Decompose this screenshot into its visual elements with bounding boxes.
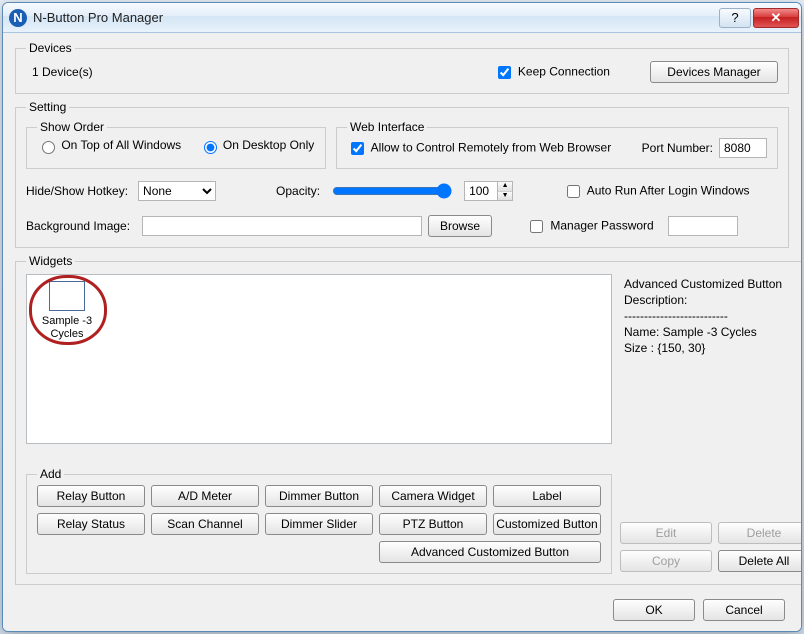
dialog-footer: OK Cancel [15, 591, 789, 621]
web-interface-legend: Web Interface [347, 120, 427, 134]
widget-item-label: Sample -3 Cycles [35, 315, 99, 341]
add-dimmer-button[interactable]: Dimmer Button [265, 485, 373, 507]
add-legend: Add [37, 467, 64, 481]
cancel-button[interactable]: Cancel [703, 599, 785, 621]
opacity-down-icon[interactable]: ▼ [498, 192, 512, 201]
add-ad-meter[interactable]: A/D Meter [151, 485, 259, 507]
widgets-group: Widgets Sample -3 Cycles Advanced Custom… [15, 254, 802, 585]
opacity-label: Opacity: [276, 184, 320, 198]
show-order-desktop[interactable]: On Desktop Only [199, 138, 315, 152]
keep-connection[interactable]: Keep Connection [494, 63, 610, 82]
window: N N-Button Pro Manager ? ✕ Devices 1 Dev… [2, 2, 802, 632]
autorun-checkbox[interactable] [567, 185, 580, 198]
add-ptz-button[interactable]: PTZ Button [379, 513, 487, 535]
port-input[interactable] [719, 138, 767, 158]
copy-button[interactable]: Copy [620, 550, 712, 572]
manager-password-checkbox[interactable] [530, 220, 543, 233]
show-order-group: Show Order On Top of All Windows On Desk… [26, 120, 326, 169]
widget-list[interactable]: Sample -3 Cycles [26, 274, 612, 444]
add-advanced-customized-button[interactable]: Advanced Customized Button [379, 541, 601, 563]
show-order-top-radio[interactable] [42, 141, 55, 154]
keep-connection-label: Keep Connection [518, 64, 610, 78]
add-customized-button[interactable]: Customized Button [493, 513, 601, 535]
devices-manager-button[interactable]: Devices Manager [650, 61, 778, 83]
widget-icon [49, 281, 85, 311]
opacity-up-icon[interactable]: ▲ [498, 182, 512, 192]
allow-remote[interactable]: Allow to Control Remotely from Web Brows… [347, 139, 611, 158]
add-relay-button[interactable]: Relay Button [37, 485, 145, 507]
allow-remote-checkbox[interactable] [351, 142, 364, 155]
widget-description: Advanced Customized Button Description: … [620, 274, 802, 467]
opacity-slider[interactable] [332, 183, 452, 199]
widget-item[interactable]: Sample -3 Cycles [35, 281, 99, 341]
devices-group: Devices 1 Device(s) Keep Connection Devi… [15, 41, 789, 94]
help-button[interactable]: ? [719, 8, 751, 28]
device-count: 1 Device(s) [32, 65, 93, 79]
setting-legend: Setting [26, 100, 69, 114]
add-group: Add Relay Button A/D Meter Dimmer Button… [26, 467, 612, 574]
setting-group: Setting Show Order On Top of All Windows… [15, 100, 789, 248]
app-icon: N [9, 9, 27, 27]
delete-button[interactable]: Delete [718, 522, 802, 544]
hotkey-label: Hide/Show Hotkey: [26, 184, 128, 198]
widgets-legend: Widgets [26, 254, 75, 268]
manager-password-input[interactable] [668, 216, 738, 236]
add-scan-channel[interactable]: Scan Channel [151, 513, 259, 535]
close-button[interactable]: ✕ [753, 8, 799, 28]
client-area: Devices 1 Device(s) Keep Connection Devi… [3, 33, 801, 631]
add-relay-status[interactable]: Relay Status [37, 513, 145, 535]
keep-connection-checkbox[interactable] [498, 66, 511, 79]
hotkey-select[interactable]: None [138, 181, 216, 201]
widget-actions: Edit Delete Copy Delete All [620, 522, 802, 574]
devices-legend: Devices [26, 41, 75, 55]
show-order-desktop-radio[interactable] [204, 141, 217, 154]
browse-button[interactable]: Browse [428, 215, 492, 237]
web-interface-group: Web Interface Allow to Control Remotely … [336, 120, 778, 169]
add-camera-widget[interactable]: Camera Widget [379, 485, 487, 507]
show-order-top[interactable]: On Top of All Windows [37, 138, 185, 152]
titlebar[interactable]: N N-Button Pro Manager ? ✕ [3, 3, 801, 33]
bg-label: Background Image: [26, 219, 136, 233]
window-title: N-Button Pro Manager [33, 10, 717, 25]
bg-input[interactable] [142, 216, 422, 236]
port-label: Port Number: [642, 141, 713, 155]
add-label[interactable]: Label [493, 485, 601, 507]
ok-button[interactable]: OK [613, 599, 695, 621]
manager-password[interactable]: Manager Password [526, 217, 654, 236]
opacity-spinner[interactable]: ▲ ▼ [464, 181, 513, 201]
edit-button[interactable]: Edit [620, 522, 712, 544]
opacity-value[interactable] [465, 182, 497, 200]
show-order-legend: Show Order [37, 120, 107, 134]
add-dimmer-slider[interactable]: Dimmer Slider [265, 513, 373, 535]
delete-all-button[interactable]: Delete All [718, 550, 802, 572]
autorun[interactable]: Auto Run After Login Windows [563, 182, 749, 201]
